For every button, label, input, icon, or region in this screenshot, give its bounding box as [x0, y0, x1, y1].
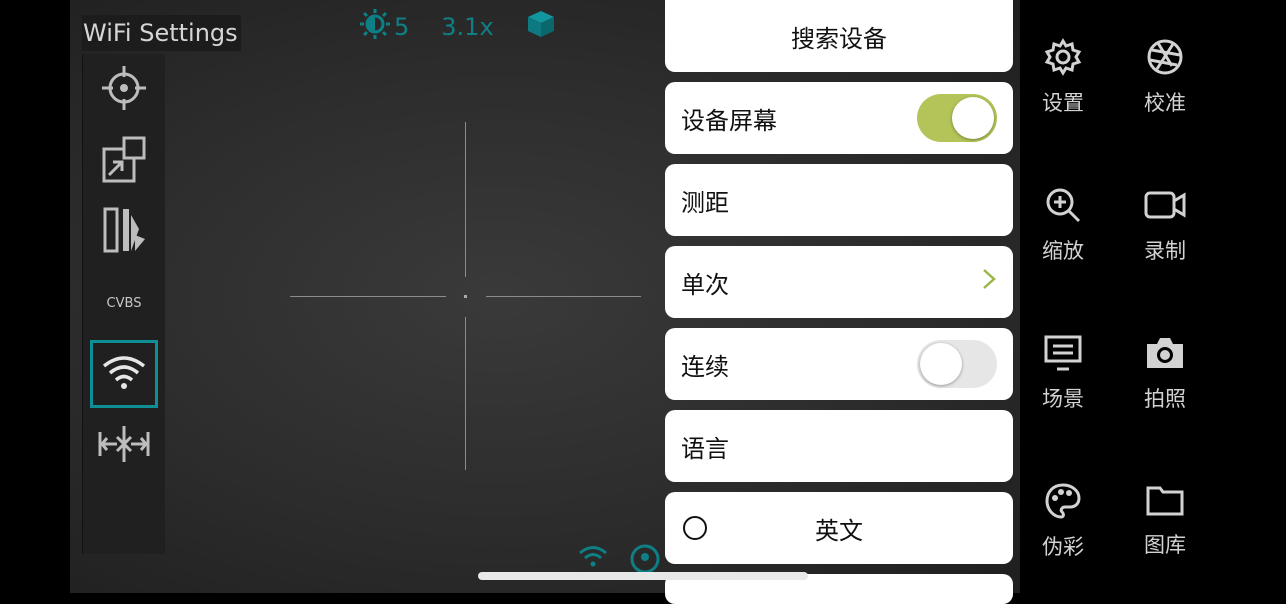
- continuous-ranging-row: 连续: [665, 328, 1013, 400]
- pip-icon: [100, 135, 148, 189]
- english-label: 英文: [815, 516, 863, 545]
- ranging-label: 测距: [681, 188, 729, 217]
- chevron-right-icon: [981, 267, 997, 298]
- language-section-header: 语言: [665, 410, 1013, 482]
- distance-measure-icon: [97, 422, 151, 470]
- radio-unselected-icon[interactable]: [683, 516, 707, 540]
- search-devices-button[interactable]: 搜索设备: [665, 0, 1013, 72]
- single-ranging-row[interactable]: 单次: [665, 246, 1013, 318]
- zoom-button[interactable]: 缩放: [1013, 186, 1113, 266]
- left-toolbar: CVBS: [82, 54, 165, 554]
- device-screen-row: 设备屏幕: [665, 82, 1013, 154]
- home-indicator[interactable]: [478, 572, 808, 580]
- scene-icon: [1043, 334, 1083, 383]
- calibrate-label: 校准: [1144, 91, 1186, 115]
- gallery-button[interactable]: 图库: [1115, 482, 1215, 562]
- wifi-selected-frame: [90, 340, 158, 408]
- aperture-icon: [1146, 38, 1184, 87]
- language-option-english[interactable]: 英文: [665, 492, 1013, 564]
- wifi-button[interactable]: [83, 338, 165, 410]
- cvbs-button[interactable]: CVBS: [83, 288, 165, 318]
- ranging-tool-button[interactable]: [83, 414, 165, 478]
- brightness-icon: [360, 9, 390, 45]
- single-label: 单次: [681, 270, 729, 299]
- scene-button[interactable]: 场景: [1013, 334, 1113, 414]
- photo-button[interactable]: 拍照: [1115, 334, 1215, 414]
- settings-menu: 搜索设备 设备屏幕 测距 单次 连续 语言 英文: [665, 0, 1013, 604]
- calibrate-button[interactable]: 校准: [1115, 38, 1215, 118]
- ranging-section-header: 测距: [665, 164, 1013, 236]
- zoom-in-icon: [1044, 186, 1082, 235]
- right-function-panel: 设置 校准 缩放 录制 场景 拍照 伪彩 图库: [1013, 0, 1286, 593]
- record-label: 录制: [1144, 239, 1186, 263]
- camera-icon: [1143, 334, 1187, 383]
- video-camera-icon: [1143, 186, 1187, 235]
- pseudo-color-button[interactable]: 伪彩: [1013, 482, 1113, 562]
- top-status-bar: 5 3.1x: [360, 9, 556, 45]
- device-screen-toggle[interactable]: [917, 94, 997, 142]
- settings-button[interactable]: 设置: [1013, 38, 1113, 118]
- pseudo-color-label: 伪彩: [1042, 535, 1084, 559]
- settings-label: 设置: [1042, 91, 1084, 115]
- device-screen-label: 设备屏幕: [681, 106, 777, 135]
- gallery-label: 图库: [1144, 533, 1186, 557]
- photo-label: 拍照: [1144, 387, 1186, 411]
- cube-icon: [526, 9, 556, 45]
- brightness-value: 5: [394, 13, 410, 41]
- brightness-indicator: 5: [360, 9, 409, 45]
- continuous-toggle[interactable]: [917, 340, 997, 388]
- record-button[interactable]: 录制: [1115, 186, 1215, 266]
- wifi-icon: [101, 354, 147, 394]
- scene-label: 场景: [1042, 387, 1084, 411]
- display-mode-button[interactable]: [83, 200, 165, 264]
- zoom-label: 缩放: [1042, 239, 1084, 263]
- reticle-button[interactable]: [83, 58, 165, 122]
- continuous-label: 连续: [681, 352, 729, 381]
- picture-in-picture-button[interactable]: [83, 130, 165, 194]
- wifi-settings-title: WiFi Settings: [82, 15, 241, 51]
- folder-icon: [1145, 482, 1185, 529]
- search-devices-label: 搜索设备: [791, 24, 887, 53]
- language-label: 语言: [681, 434, 729, 463]
- split-view-icon: [99, 205, 149, 259]
- crosshair-icon: [99, 63, 149, 117]
- zoom-level: 3.1x: [441, 13, 494, 41]
- gear-icon: [1044, 38, 1082, 87]
- palette-icon: [1044, 482, 1082, 531]
